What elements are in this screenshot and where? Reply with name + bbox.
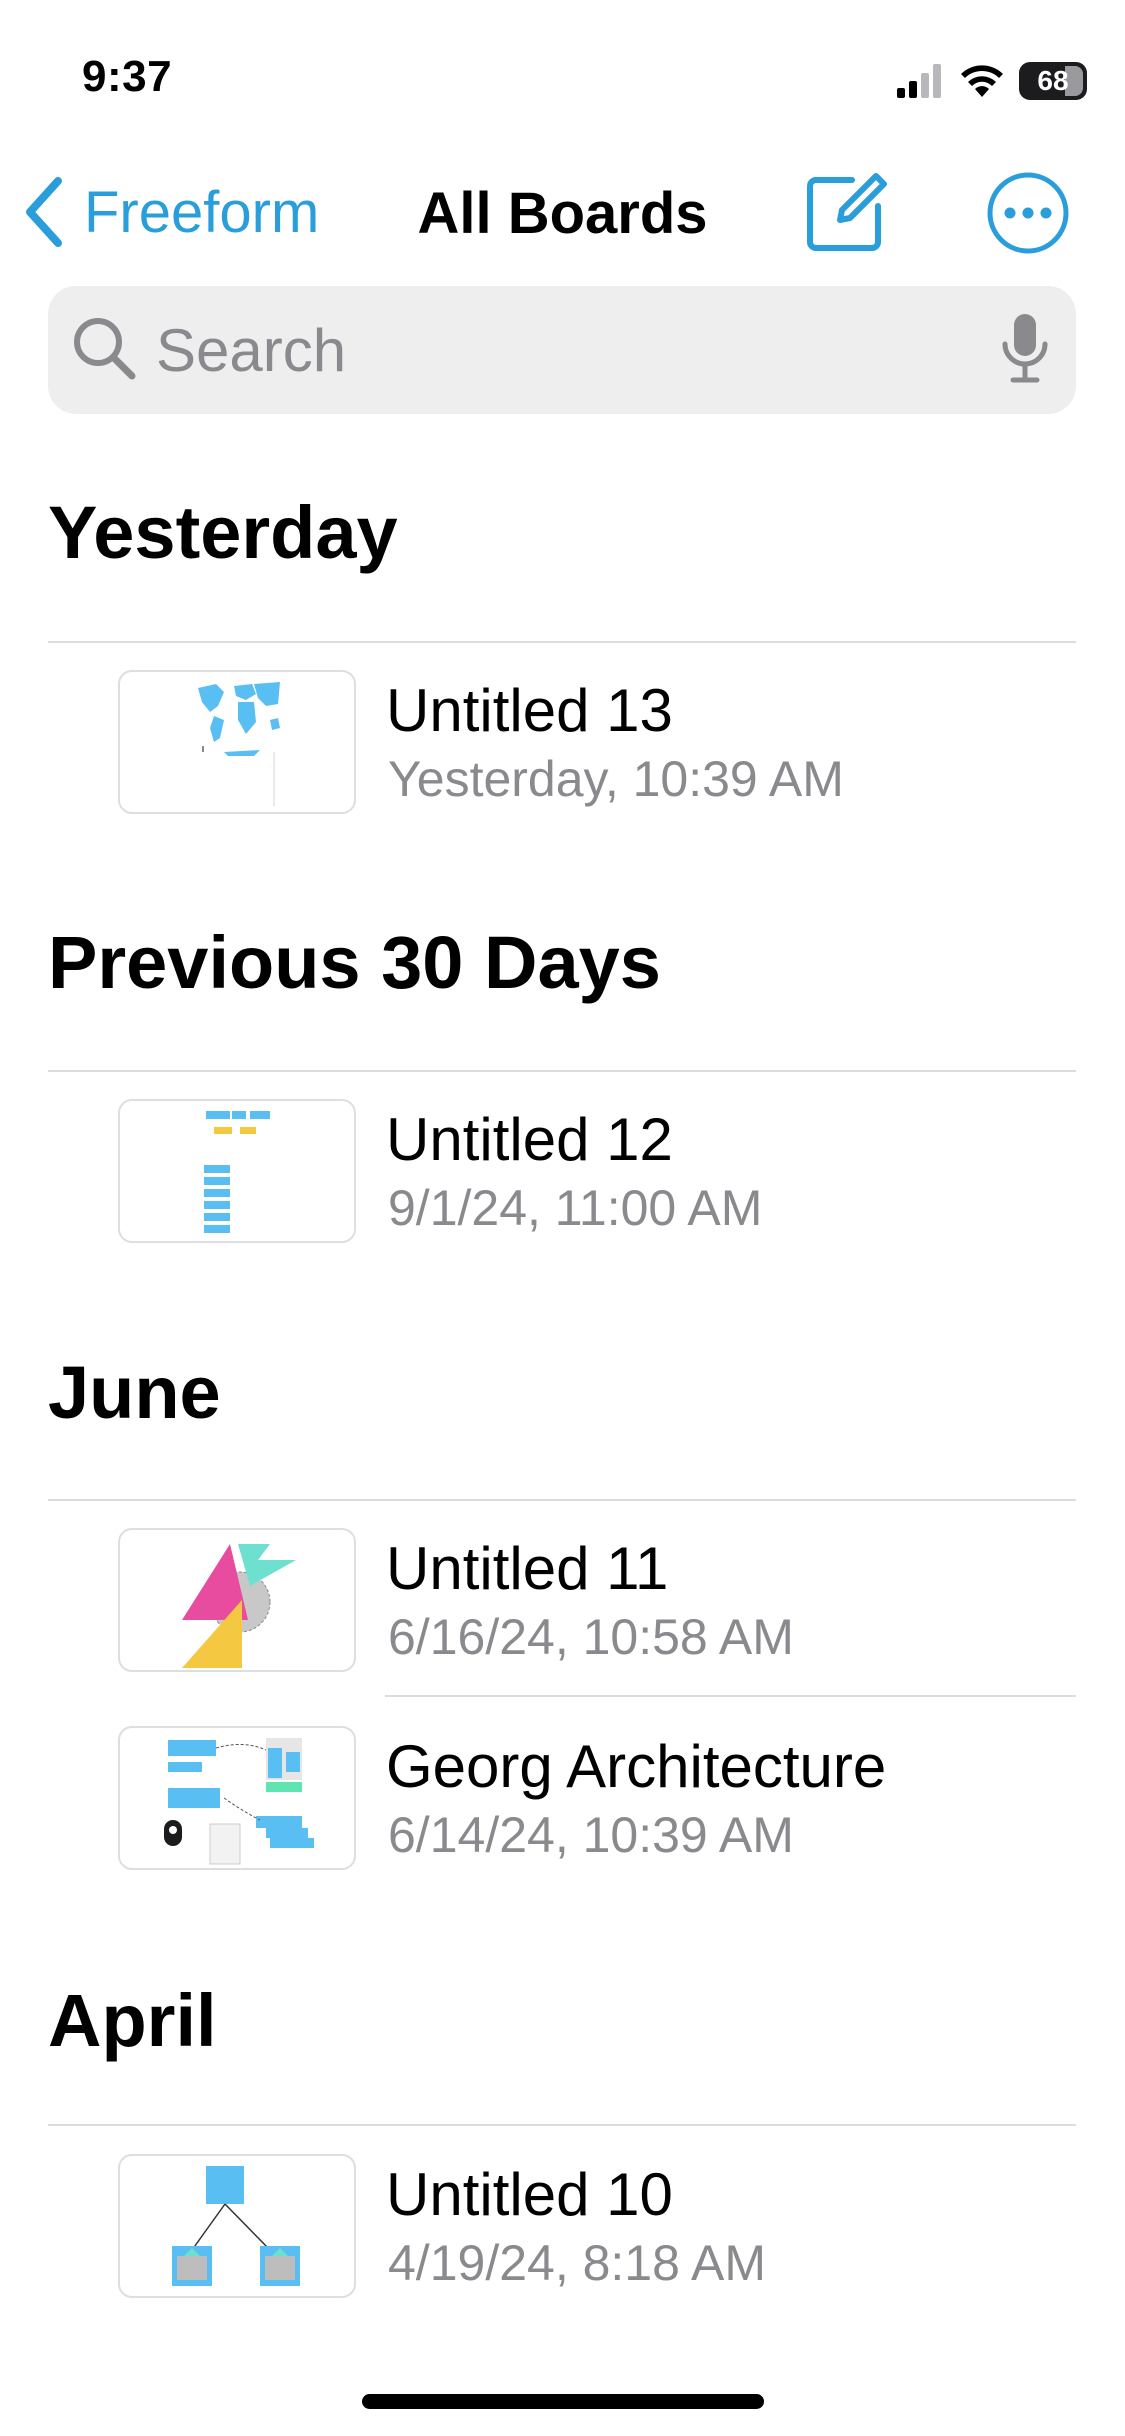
board-row-untitled-13[interactable]: Untitled 13 Yesterday, 10:39 AM	[0, 656, 1125, 824]
section-header-previous-30-days: Previous 30 Days	[48, 921, 661, 1004]
board-date: 6/16/24, 10:58 AM	[388, 1609, 794, 1665]
status-time: 9:37	[82, 52, 173, 101]
section-divider	[48, 641, 1076, 643]
cellular-signal-icon	[897, 64, 941, 98]
board-date: Yesterday, 10:39 AM	[388, 751, 844, 807]
board-row-untitled-12[interactable]: Untitled 12 9/1/24, 11:00 AM	[0, 1085, 1125, 1253]
board-title: Untitled 11	[386, 1535, 669, 1602]
section-header-june: June	[48, 1351, 221, 1434]
section-divider	[48, 2124, 1076, 2126]
microphone-icon[interactable]	[1000, 312, 1050, 384]
status-icons: 68	[897, 58, 1087, 104]
board-thumbnail	[118, 1726, 356, 1870]
section-header-april: April	[48, 1979, 217, 2062]
status-bar: 9:37 68	[0, 0, 1125, 150]
board-thumbnail	[118, 2154, 356, 2298]
board-title: Georg Architecture	[386, 1733, 887, 1800]
board-thumbnail	[118, 670, 356, 814]
navigation-bar: Freeform All Boards	[0, 150, 1125, 275]
board-date: 4/19/24, 8:18 AM	[388, 2235, 767, 2291]
board-row-untitled-11[interactable]: Untitled 11 6/16/24, 10:58 AM	[0, 1514, 1125, 1682]
battery-level: 68	[1037, 65, 1069, 96]
section-divider	[48, 1070, 1076, 1072]
search-icon	[74, 318, 136, 380]
board-thumbnail	[118, 1099, 356, 1243]
more-options-button[interactable]	[985, 170, 1071, 256]
board-title: Untitled 13	[386, 677, 673, 744]
board-thumbnail	[118, 1528, 356, 1672]
page-title: All Boards	[0, 180, 1125, 247]
board-date: 6/14/24, 10:39 AM	[388, 1807, 794, 1863]
board-row-georg-architecture[interactable]: Georg Architecture 6/14/24, 10:39 AM	[0, 1712, 1125, 1880]
home-indicator	[362, 2394, 764, 2409]
section-divider	[48, 1499, 1076, 1501]
section-header-yesterday: Yesterday	[48, 491, 398, 574]
row-divider	[385, 1695, 1076, 1697]
board-title: Untitled 10	[386, 2161, 673, 2228]
board-row-untitled-10[interactable]: Untitled 10 4/19/24, 8:18 AM	[0, 2140, 1125, 2308]
board-title: Untitled 12	[386, 1106, 673, 1173]
wifi-icon	[961, 65, 1003, 97]
battery-icon: 68	[1019, 62, 1087, 100]
search-bar	[48, 286, 1076, 414]
ellipsis-circle-icon	[987, 172, 1069, 254]
search-input[interactable]	[156, 308, 1016, 392]
page-title-text: All Boards	[417, 181, 708, 246]
new-board-button[interactable]	[800, 166, 892, 258]
compose-icon	[807, 173, 887, 251]
board-date: 9/1/24, 11:00 AM	[388, 1180, 763, 1236]
